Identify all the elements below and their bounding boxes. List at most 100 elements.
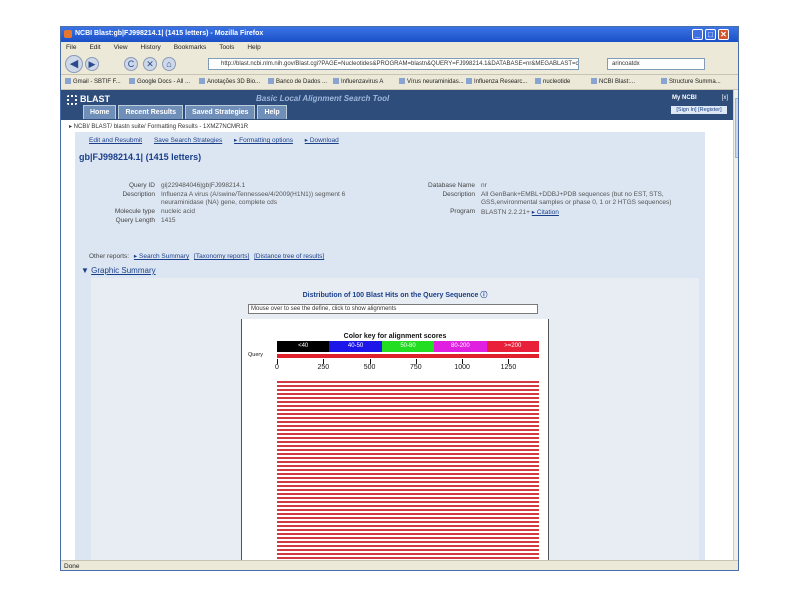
hit-bar[interactable] — [277, 541, 539, 543]
hit-bar[interactable] — [277, 469, 539, 471]
search-box[interactable]: arincoatdx — [607, 58, 705, 70]
my-ncbi-title: My NCBI — [672, 95, 697, 101]
hit-bar[interactable] — [277, 393, 539, 395]
hit-bar[interactable] — [277, 505, 539, 507]
citation-link[interactable]: ▸ Citation — [532, 209, 559, 216]
menu-view[interactable]: View — [114, 42, 128, 54]
hit-bar[interactable] — [277, 457, 539, 459]
download-link[interactable]: ▸ Download — [305, 137, 339, 144]
hit-bar[interactable] — [277, 529, 539, 531]
hit-bar[interactable] — [277, 433, 539, 435]
hit-bar[interactable] — [277, 417, 539, 419]
hit-bar[interactable] — [277, 441, 539, 443]
bookmark-item[interactable]: Influenzavirus A — [333, 77, 383, 87]
my-ncbi-close[interactable]: [x] — [722, 95, 728, 101]
bookmark-tab[interactable]: NCBI Blast:... — [591, 77, 635, 87]
blast-logo[interactable]: BLAST — [67, 94, 110, 105]
hit-bar[interactable] — [277, 401, 539, 403]
mouseover-field[interactable]: Mouse over to see the define, click to s… — [248, 304, 538, 314]
reload-button[interactable]: C — [124, 57, 138, 71]
hit-bar[interactable] — [277, 461, 539, 463]
help-icon[interactable]: ⓘ — [480, 292, 487, 299]
distance-tree-link[interactable]: [Distance tree of results] — [254, 253, 324, 260]
blast-tabs: Home Recent Results Saved Strategies Help — [83, 105, 289, 119]
bookmark-item[interactable]: Google Docs - All ... — [129, 77, 190, 87]
hit-bar[interactable] — [277, 473, 539, 475]
bookmark-item[interactable]: Anotações 3D Bio... — [199, 77, 260, 87]
hit-bar[interactable] — [277, 429, 539, 431]
hit-bar[interactable] — [277, 449, 539, 451]
menu-tools[interactable]: Tools — [219, 42, 234, 54]
close-button[interactable]: ✕ — [718, 29, 729, 40]
bookmark-item[interactable]: Structure Summa... — [661, 77, 721, 87]
menu-bookmarks[interactable]: Bookmarks — [174, 42, 207, 54]
bookmark-item[interactable]: Influenza Researc... — [466, 77, 527, 87]
hit-bar[interactable] — [277, 537, 539, 539]
hit-bar[interactable] — [277, 513, 539, 515]
hit-bar[interactable] — [277, 525, 539, 527]
tab-recent-results[interactable]: Recent Results — [118, 105, 184, 119]
bookmark-item[interactable]: nucleotide — [535, 77, 570, 87]
minimize-button[interactable]: _ — [692, 29, 703, 40]
bookmark-item[interactable]: Vírus neuraminidas... — [399, 77, 464, 87]
maximize-button[interactable]: □ — [705, 29, 716, 40]
hit-bar[interactable] — [277, 497, 539, 499]
edit-resubmit-link[interactable]: Edit and Resubmit — [89, 137, 142, 144]
hit-bar[interactable] — [277, 545, 539, 547]
hit-bar[interactable] — [277, 485, 539, 487]
query-id-value: gi|229484046|gb|FJ998214.1 — [161, 182, 246, 189]
hit-bar[interactable] — [277, 453, 539, 455]
forward-button[interactable]: ▶ — [85, 57, 99, 71]
hit-bar[interactable] — [277, 405, 539, 407]
window-title: NCBI Blast:gb|FJ998214.1| (1415 letters)… — [75, 30, 264, 37]
bookmarks-toolbar: Gmail - SBTIF F... Google Docs - All ...… — [61, 75, 738, 90]
hit-bar[interactable] — [277, 381, 539, 383]
menu-help[interactable]: Help — [247, 42, 260, 54]
stop-button[interactable]: ✕ — [143, 57, 157, 71]
scrollbar-thumb[interactable] — [735, 98, 738, 158]
hit-bar[interactable] — [277, 493, 539, 495]
hit-bar[interactable] — [277, 549, 539, 551]
hit-bar[interactable] — [277, 517, 539, 519]
url-bar[interactable]: http://blast.ncbi.nlm.nih.gov/Blast.cgi?… — [208, 58, 579, 70]
hit-bar[interactable] — [277, 421, 539, 423]
sign-in-register-link[interactable]: [Sign In] [Register] — [671, 106, 727, 114]
vertical-scrollbar[interactable] — [733, 90, 738, 560]
hit-bar[interactable] — [277, 521, 539, 523]
tab-help[interactable]: Help — [257, 105, 287, 119]
save-strategies-link[interactable]: Save Search Strategies — [154, 137, 222, 144]
menu-history[interactable]: History — [141, 42, 161, 54]
hit-bar[interactable] — [277, 397, 539, 399]
menu-edit[interactable]: Edit — [89, 42, 100, 54]
menu-file[interactable]: File — [66, 42, 76, 54]
hit-bar[interactable] — [277, 465, 539, 467]
home-button[interactable]: ⌂ — [162, 57, 176, 71]
browser-window: NCBI Blast:gb|FJ998214.1| (1415 letters)… — [60, 26, 739, 571]
hit-bar[interactable] — [277, 413, 539, 415]
taxonomy-reports-link[interactable]: [Taxonomy reports] — [194, 253, 249, 260]
bookmark-item[interactable]: Banco de Dados ... — [268, 77, 327, 87]
hit-bar[interactable] — [277, 477, 539, 479]
back-button[interactable]: ◀ — [65, 55, 83, 73]
hit-bar[interactable] — [277, 509, 539, 511]
hit-bar[interactable] — [277, 409, 539, 411]
bookmark-item[interactable]: Gmail - SBTIF F... — [65, 77, 121, 87]
tab-saved-strategies[interactable]: Saved Strategies — [185, 105, 256, 119]
hit-bar[interactable] — [277, 437, 539, 439]
hit-bar[interactable] — [277, 489, 539, 491]
formatting-options-link[interactable]: ▸ Formatting options — [234, 137, 293, 144]
search-summary-link[interactable]: ▸ Search Summary — [134, 253, 189, 260]
hit-bar[interactable] — [277, 425, 539, 427]
hit-bar[interactable] — [277, 553, 539, 555]
graphic-summary-toggle[interactable]: ▼ Graphic Summary — [81, 266, 156, 275]
hit-bar[interactable] — [277, 445, 539, 447]
hit-bar[interactable] — [277, 385, 539, 387]
tab-home[interactable]: Home — [83, 105, 117, 119]
hit-bar[interactable] — [277, 389, 539, 391]
hit-bar[interactable] — [277, 557, 539, 559]
hit-bar[interactable] — [277, 533, 539, 535]
molecule-type-value: nucleic acid — [161, 208, 195, 215]
hit-bar[interactable] — [277, 501, 539, 503]
hit-bar[interactable] — [277, 481, 539, 483]
bookmark-icon — [333, 78, 339, 85]
